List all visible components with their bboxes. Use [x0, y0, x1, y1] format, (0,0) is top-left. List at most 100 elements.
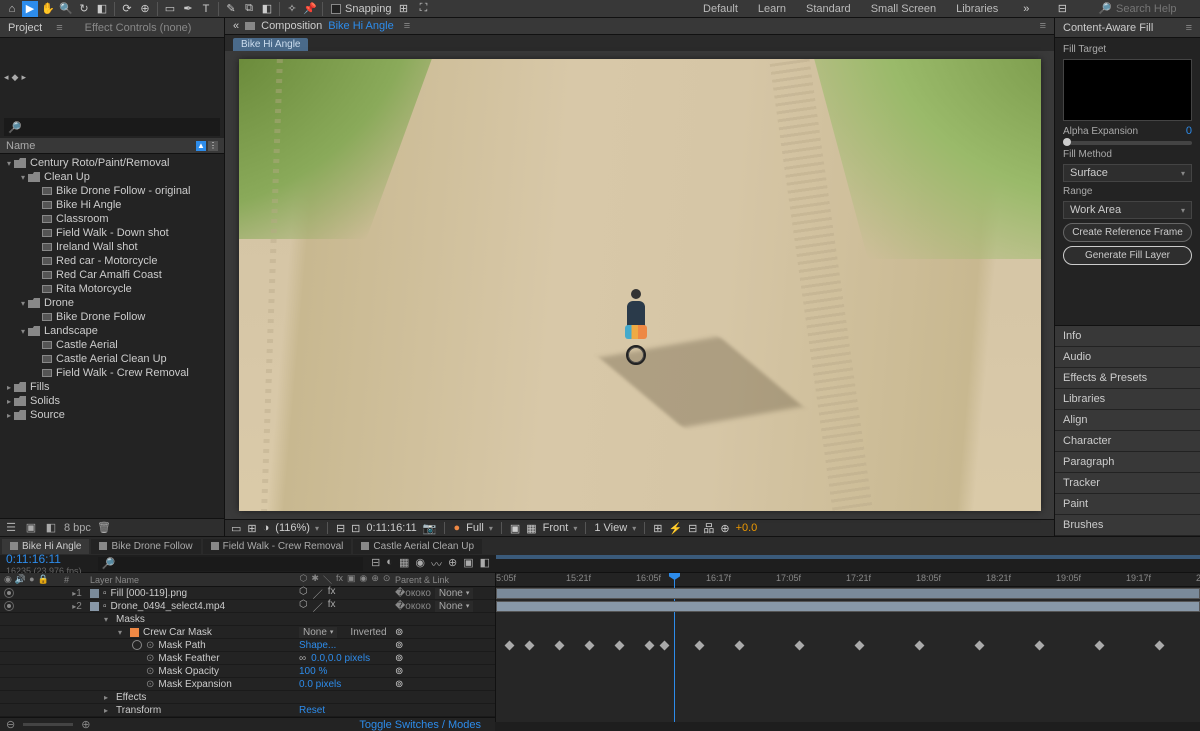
search-help-input[interactable]	[1116, 3, 1196, 15]
workspace-small[interactable]: Small Screen	[871, 3, 936, 15]
rect-tool-icon[interactable]: ▭	[162, 1, 178, 17]
panel-character[interactable]: Character	[1055, 431, 1200, 452]
transform-group[interactable]: ▸TransformReset	[0, 704, 495, 717]
project-tab[interactable]: Project	[8, 22, 42, 34]
stopwatch-icon[interactable]	[132, 640, 142, 650]
layer-row[interactable]: ▸2 ▫Drone_0494_select4.mp4 ⬡／fx �ококоNo…	[0, 600, 495, 613]
expression-icon[interactable]: ⊚	[395, 653, 403, 664]
anchor-tool-icon[interactable]: ⊕	[137, 1, 153, 17]
toggle-switches-link[interactable]: Toggle Switches / Modes	[359, 719, 481, 731]
panel-libraries[interactable]: Libraries	[1055, 389, 1200, 410]
switch-icon[interactable]: ⊕	[371, 573, 379, 586]
keyframe[interactable]	[915, 641, 925, 651]
project-menu-icon[interactable]: ≡	[56, 22, 62, 34]
ruler-icon[interactable]: ⊟	[336, 522, 345, 535]
layer-name-header[interactable]: Layer Name	[90, 575, 295, 585]
eraser-tool-icon[interactable]: ◧	[259, 1, 275, 17]
motion-blur-icon[interactable]: ◉	[415, 556, 425, 572]
zoom-tool-icon[interactable]: 🔍	[58, 1, 74, 17]
comp-item[interactable]: Classroom	[0, 212, 224, 226]
audio-col-icon[interactable]: 🔊	[15, 574, 26, 585]
reset-exposure-icon[interactable]: ⊕	[720, 522, 729, 535]
mask-mode-dropdown[interactable]: None	[299, 627, 337, 638]
solo-col-icon[interactable]: ●	[29, 574, 34, 585]
expression-icon[interactable]: ⊚	[395, 679, 403, 690]
rotation-tool-icon[interactable]: ⟳	[119, 1, 135, 17]
property-value[interactable]: Shape...	[299, 640, 336, 651]
comp-item[interactable]: Bike Drone Follow	[0, 310, 224, 324]
keyframe[interactable]	[975, 641, 985, 651]
orbit-tool-icon[interactable]: ↻	[76, 1, 92, 17]
transparency-icon[interactable]: ▦	[526, 522, 536, 535]
pixel-aspect-icon[interactable]: ⊞	[653, 522, 662, 535]
layer-bar[interactable]	[496, 601, 1200, 612]
property-row[interactable]: ⊙Mask Feather ∞0.0,0.0 pixels ⊚	[0, 652, 495, 665]
property-row[interactable]: ⊙Mask Path Shape... ⊚	[0, 639, 495, 652]
comp-item[interactable]: Red car - Motorcycle	[0, 254, 224, 268]
keyframe[interactable]	[1035, 641, 1045, 651]
composition-viewer[interactable]	[225, 51, 1054, 519]
create-reference-button[interactable]: Create Reference Frame	[1063, 223, 1192, 242]
draft3d-icon[interactable]: ▣	[463, 556, 473, 572]
zoom-slider[interactable]	[23, 723, 73, 726]
keyframe[interactable]	[505, 641, 515, 651]
folder-item[interactable]: ▸Fills	[0, 380, 224, 394]
mask-icon[interactable]: ◑	[263, 522, 270, 534]
selection-tool-icon[interactable]: ▶	[22, 1, 38, 17]
comp-item[interactable]: Bike Hi Angle	[0, 198, 224, 212]
folder-item[interactable]: ▾Landscape	[0, 324, 224, 338]
zoom-in-icon[interactable]: ⊕	[81, 718, 90, 731]
keyframe[interactable]	[615, 641, 625, 651]
property-value[interactable]: 0.0 pixels	[299, 679, 341, 690]
switch-icon[interactable]: ⬡	[300, 573, 308, 586]
reset-link[interactable]: Reset	[299, 705, 325, 716]
zoom-dropdown[interactable]: (116%)	[275, 522, 319, 534]
keyframe-nav[interactable]: ◂◆▸	[4, 72, 26, 83]
camera-tool-icon[interactable]: ◧	[94, 1, 110, 17]
generate-fill-button[interactable]: Generate Fill Layer	[1063, 246, 1192, 265]
zoom-out-icon[interactable]: ⊖	[6, 718, 15, 731]
pickwhip-icon[interactable]: �ококо	[395, 601, 431, 612]
alpha-expansion-slider[interactable]	[1063, 141, 1192, 145]
visibility-toggle[interactable]	[4, 601, 14, 611]
bpc-button[interactable]: 8 bpc	[64, 522, 91, 534]
property-value[interactable]: 0.0,0.0 pixels	[311, 653, 370, 664]
panel-tracker[interactable]: Tracker	[1055, 473, 1200, 494]
comp-item[interactable]: Bike Drone Follow - original	[0, 184, 224, 198]
fast-preview-icon[interactable]: ⚡	[668, 522, 682, 535]
keyframe[interactable]	[660, 641, 670, 651]
markers-icon[interactable]: ◧	[480, 556, 490, 572]
panel-brushes[interactable]: Brushes	[1055, 515, 1200, 536]
mag-icon[interactable]: ▭	[231, 522, 241, 535]
roi-icon[interactable]: ▣	[510, 522, 520, 535]
pen-tool-icon[interactable]: ✒	[180, 1, 196, 17]
link-icon[interactable]: ∞	[299, 653, 306, 664]
switch-icon[interactable]: fx	[336, 573, 343, 586]
workspace-reset-icon[interactable]: ⊟	[1054, 1, 1070, 17]
caf-menu-icon[interactable]: ≡	[1186, 22, 1192, 34]
effect-controls-tab[interactable]: Effect Controls (none)	[85, 22, 192, 34]
name-column-header[interactable]: Name	[6, 140, 35, 152]
project-search[interactable]: 🔎	[4, 118, 220, 136]
comp-menu-icon[interactable]: ≡	[404, 20, 410, 32]
layer-row[interactable]: ▸1 ▫Fill [000-119].png ⬡／fx �ококоNone	[0, 587, 495, 600]
guides-icon[interactable]: ⊡	[351, 522, 360, 535]
comp-item[interactable]: Red Car Amalfi Coast	[0, 268, 224, 282]
flowchart2-icon[interactable]: 品	[703, 520, 714, 536]
keyframe[interactable]	[695, 641, 705, 651]
views-dropdown[interactable]: 1 View	[594, 522, 636, 534]
comp-tab[interactable]: Bike Hi Angle	[233, 38, 308, 51]
keyframe[interactable]	[735, 641, 745, 651]
snapshot-icon[interactable]: 📷	[423, 522, 437, 535]
folder-item[interactable]: ▾Century Roto/Paint/Removal	[0, 156, 224, 170]
puppet-tool-icon[interactable]: 📌	[302, 1, 318, 17]
keyframe[interactable]	[585, 641, 595, 651]
workspace-standard[interactable]: Standard	[806, 3, 851, 15]
stopwatch-off-icon[interactable]: ⊙	[146, 666, 154, 677]
current-timecode[interactable]: 0:11:16:11	[6, 552, 82, 566]
visibility-toggle[interactable]	[4, 588, 14, 598]
stopwatch-off-icon[interactable]: ⊙	[146, 640, 154, 651]
folder-item[interactable]: ▸Solids	[0, 394, 224, 408]
switch-icon[interactable]: ◉	[360, 573, 368, 586]
timeline-search[interactable]: 🔎	[98, 557, 364, 571]
